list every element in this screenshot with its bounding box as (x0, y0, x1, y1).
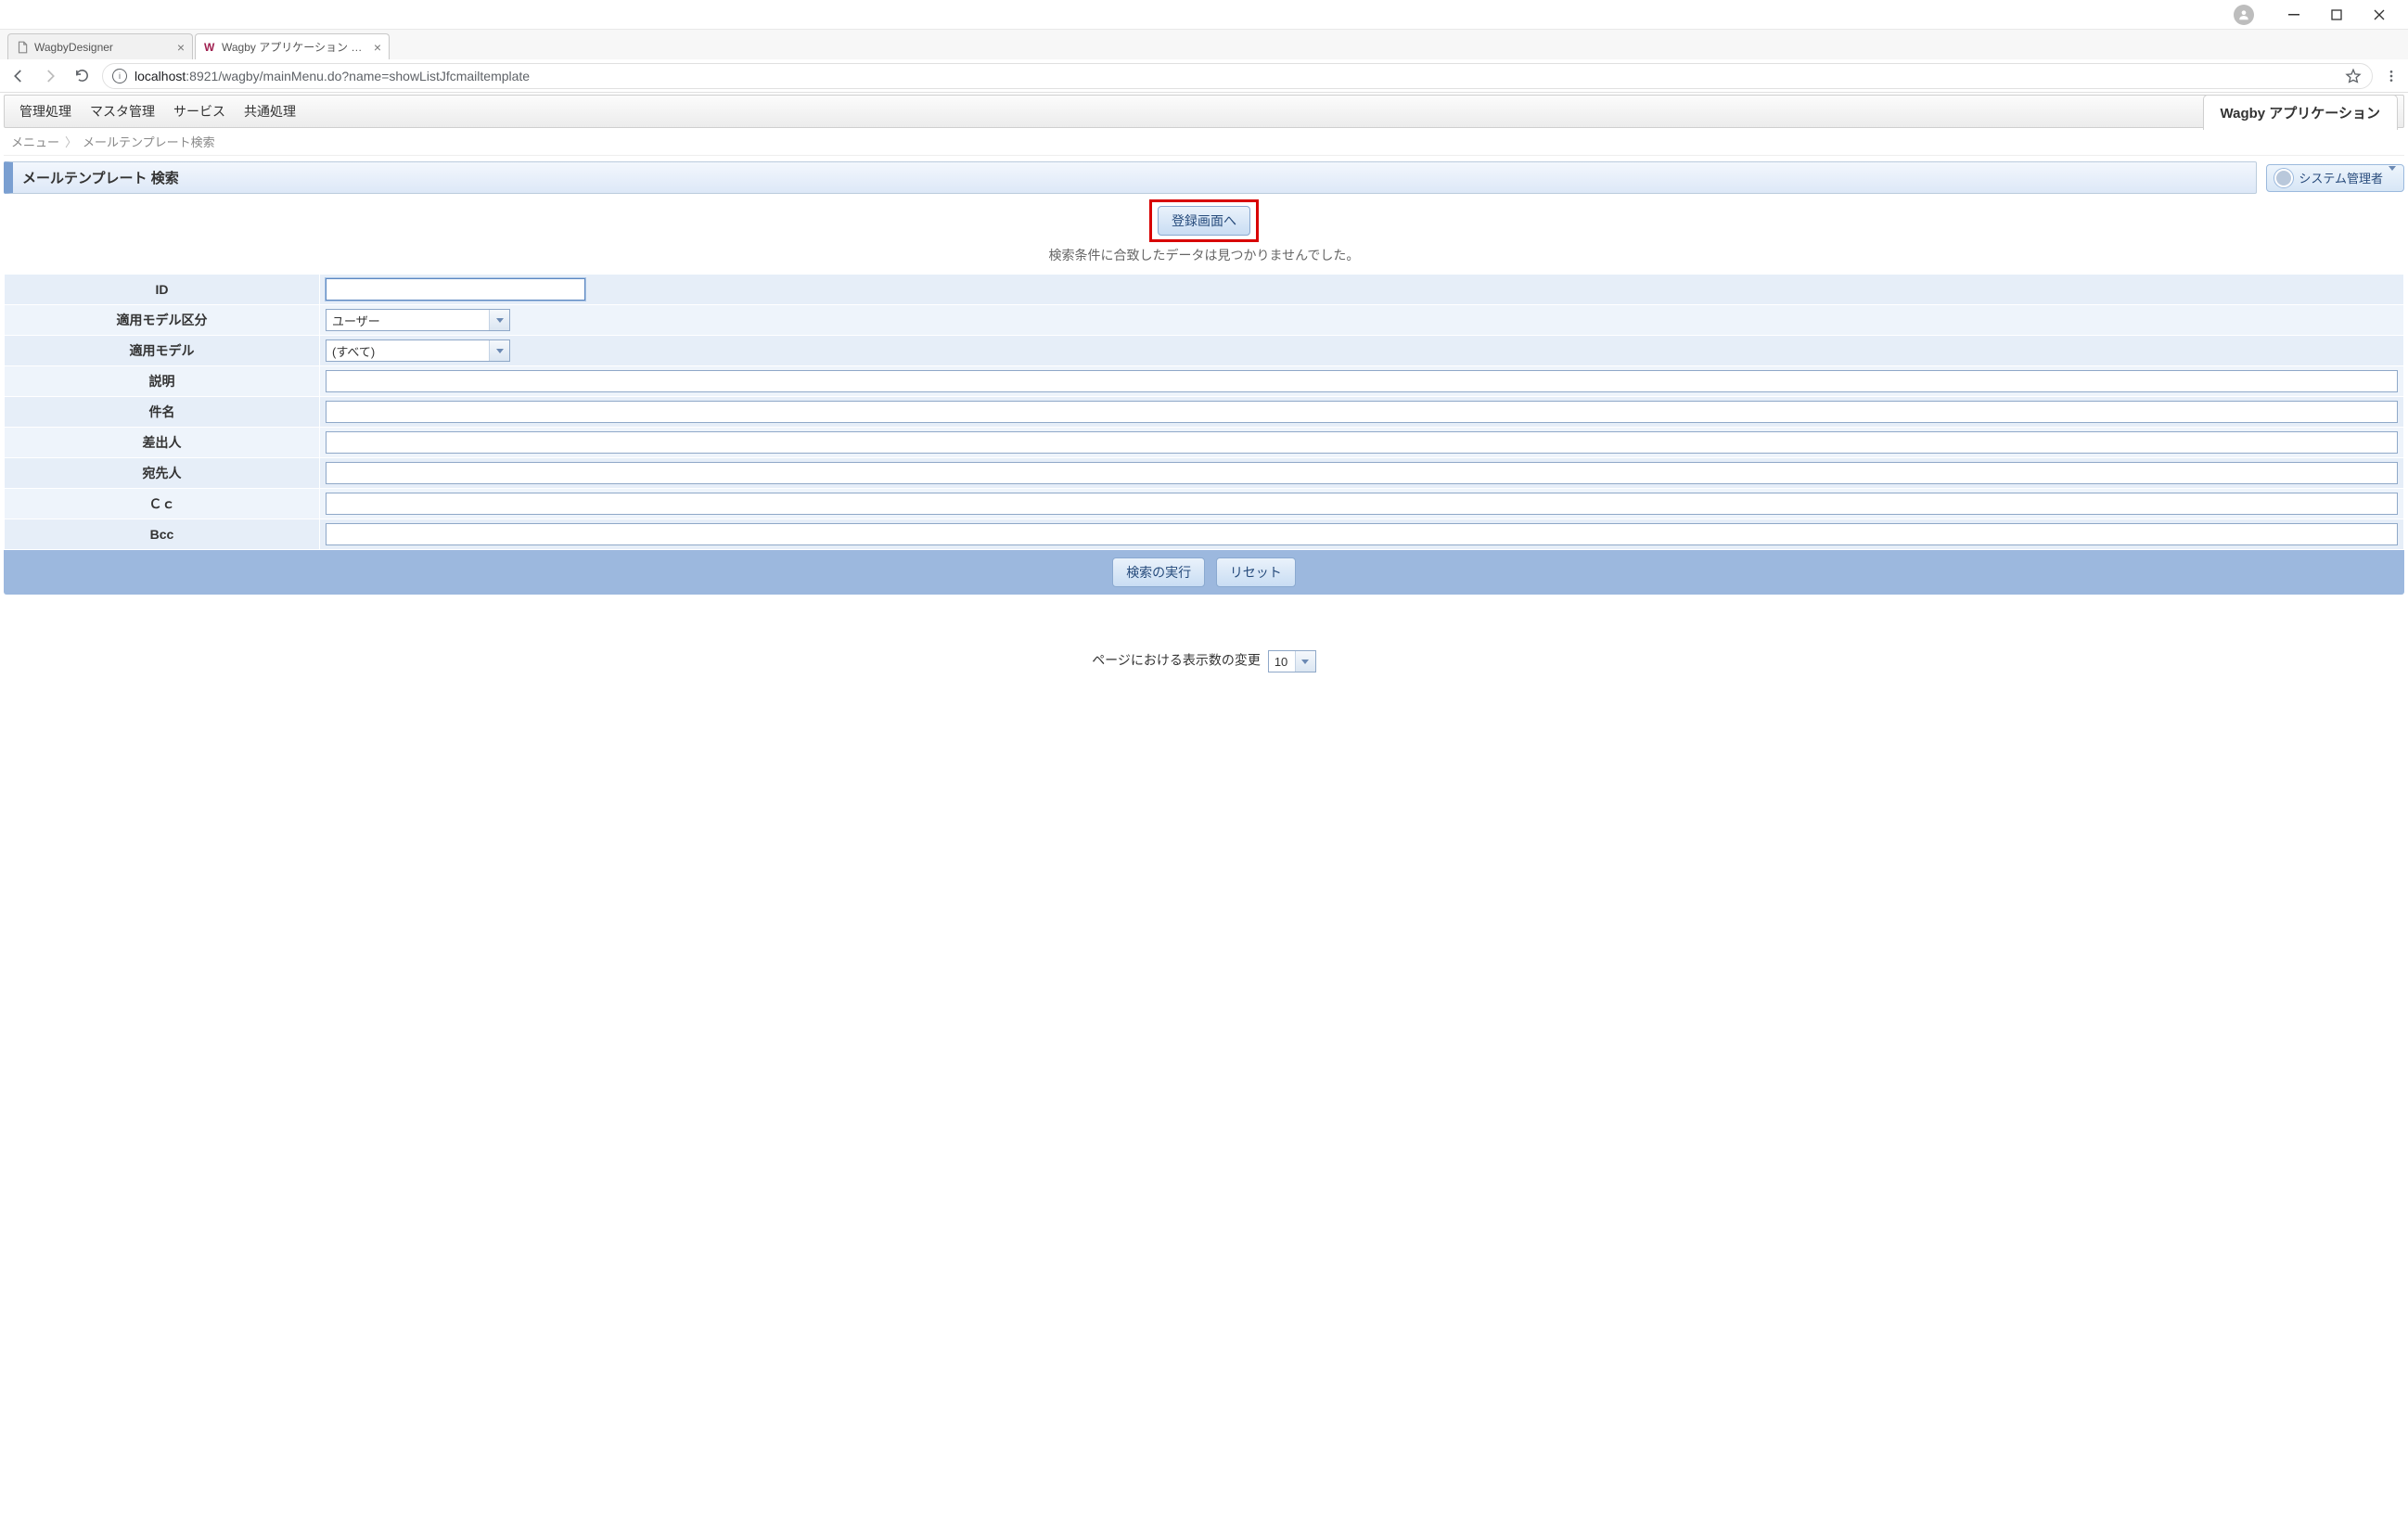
chevron-down-icon (489, 310, 509, 330)
field-label-model: 適用モデル (5, 336, 320, 366)
avatar-icon (2274, 169, 2293, 187)
page-size-label: ページにおける表示数の変更 (1092, 653, 1261, 668)
select-value: ユーザー (327, 310, 489, 330)
app-menubar: 管理処理 マスタ管理 サービス 共通処理 Wagby アプリケーション (4, 95, 2404, 128)
menu-common[interactable]: 共通処理 (235, 96, 305, 127)
close-icon[interactable]: × (374, 40, 381, 55)
close-icon[interactable]: × (177, 40, 185, 55)
user-label: システム管理者 (2299, 169, 2383, 186)
page-size-select[interactable]: 10 (1268, 650, 1316, 672)
field-label-cc: Ｃｃ (5, 489, 320, 519)
browser-menu-icon[interactable] (2382, 69, 2401, 83)
search-button[interactable]: 検索の実行 (1112, 557, 1205, 587)
document-icon (16, 41, 29, 54)
bcc-input[interactable] (326, 523, 2398, 545)
breadcrumb: メニュー 〉 メールテンプレート検索 (4, 128, 2404, 156)
tab-title: Wagby アプリケーション メー (222, 39, 370, 55)
chevron-down-icon (1295, 651, 1315, 672)
window-minimize-button[interactable] (2273, 1, 2315, 29)
form-action-bar: 検索の実行 リセット (4, 550, 2404, 595)
menu-admin[interactable]: 管理処理 (10, 96, 81, 127)
browser-tabstrip: WagbyDesigner × W Wagby アプリケーション メー × (0, 30, 2408, 59)
model-category-select[interactable]: ユーザー (326, 309, 510, 331)
select-value: 10 (1269, 651, 1295, 672)
field-label-subject: 件名 (5, 397, 320, 428)
page-size-row: ページにおける表示数の変更 10 (4, 650, 2404, 672)
field-label-id: ID (5, 275, 320, 305)
select-value: (すべて) (327, 340, 489, 361)
reset-button[interactable]: リセット (1216, 557, 1296, 587)
profile-icon[interactable] (2234, 5, 2254, 25)
register-button[interactable]: 登録画面へ (1158, 206, 1250, 236)
highlight-annotation: 登録画面へ (1149, 199, 1259, 242)
page-title: メールテンプレート 検索 (4, 161, 2257, 194)
window-close-button[interactable] (2358, 1, 2401, 29)
no-data-message: 検索条件に合致したデータは見つかりませんでした。 (4, 242, 2404, 274)
chevron-down-icon (2389, 171, 2396, 185)
user-menu[interactable]: システム管理者 (2266, 164, 2404, 192)
reload-button[interactable] (70, 65, 93, 87)
menu-service[interactable]: サービス (164, 96, 235, 127)
field-label-desc: 説明 (5, 366, 320, 397)
back-button[interactable] (7, 65, 30, 87)
svg-text:W: W (204, 41, 215, 54)
site-info-icon[interactable]: i (112, 69, 127, 83)
breadcrumb-item[interactable]: メニュー (11, 133, 59, 150)
window-titlebar (0, 0, 2408, 30)
search-form: ID 適用モデル区分 ユーザー 適用モデル (すべて) 説明 (4, 274, 2404, 550)
field-label-to: 宛先人 (5, 458, 320, 489)
browser-tab[interactable]: W Wagby アプリケーション メー × (195, 33, 390, 59)
field-label-model-category: 適用モデル区分 (5, 305, 320, 336)
chevron-down-icon (489, 340, 509, 361)
field-label-bcc: Bcc (5, 519, 320, 550)
browser-tab[interactable]: WagbyDesigner × (7, 33, 193, 59)
menu-master[interactable]: マスタ管理 (81, 96, 164, 127)
model-select[interactable]: (すべて) (326, 339, 510, 362)
desc-input[interactable] (326, 370, 2398, 392)
id-input[interactable] (326, 278, 585, 301)
forward-button[interactable] (39, 65, 61, 87)
window-maximize-button[interactable] (2315, 1, 2358, 29)
app-brand: Wagby アプリケーション (2203, 95, 2398, 130)
tab-title: WagbyDesigner (34, 41, 173, 54)
address-bar[interactable]: i localhost:8921/wagby/mainMenu.do?name=… (102, 63, 2373, 89)
from-input[interactable] (326, 431, 2398, 454)
chevron-right-icon: 〉 (65, 133, 77, 150)
cc-input[interactable] (326, 493, 2398, 515)
to-input[interactable] (326, 462, 2398, 484)
browser-toolbar: i localhost:8921/wagby/mainMenu.do?name=… (0, 59, 2408, 93)
url-text: localhost:8921/wagby/mainMenu.do?name=sh… (134, 69, 2337, 83)
breadcrumb-item: メールテンプレート検索 (83, 133, 215, 150)
wagby-icon: W (203, 41, 216, 54)
bookmark-icon[interactable] (2344, 68, 2363, 84)
field-label-from: 差出人 (5, 428, 320, 458)
subject-input[interactable] (326, 401, 2398, 423)
